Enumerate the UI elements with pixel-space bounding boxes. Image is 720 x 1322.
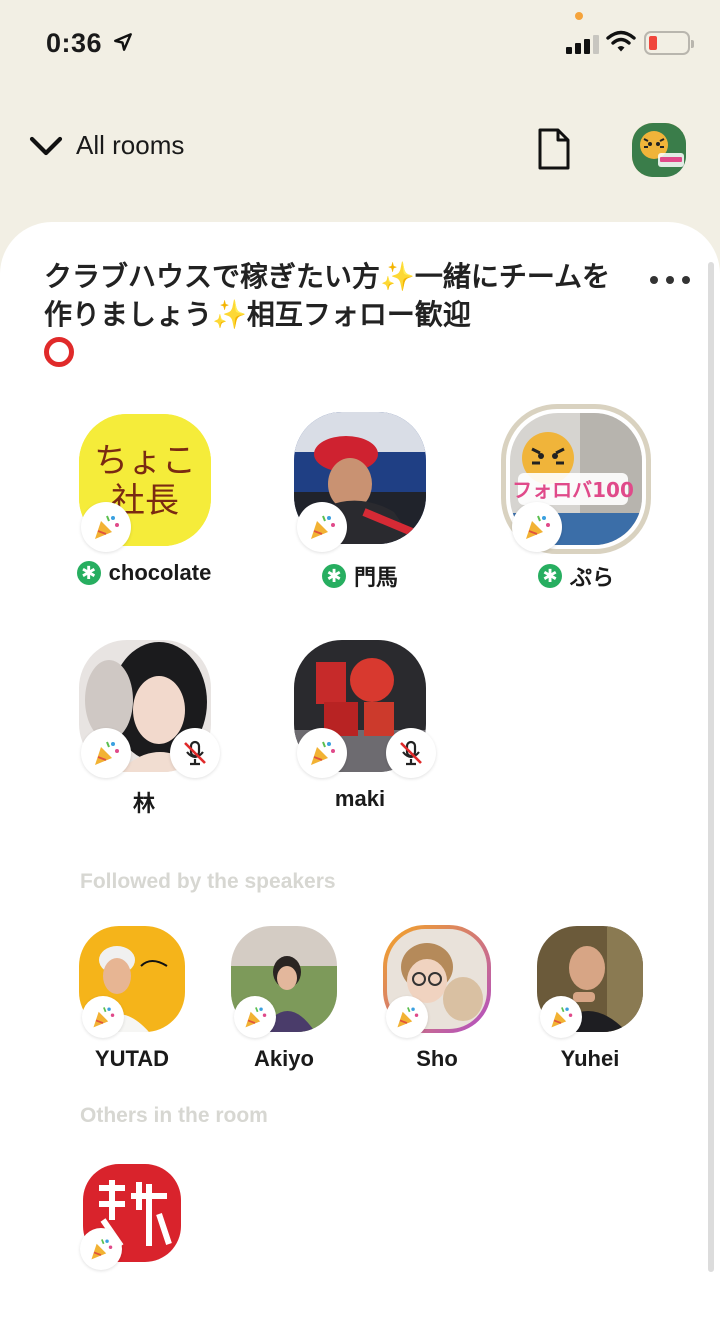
speaker-name: ✱ chocolate — [44, 560, 244, 586]
party-popper-icon — [81, 502, 131, 552]
privacy-indicator-dot — [575, 12, 583, 20]
speaker-name-text: maki — [334, 786, 386, 811]
party-popper-icon — [512, 502, 562, 552]
listener-name: Sho — [416, 1046, 458, 1071]
speaker-name-text: 門馬 — [353, 565, 398, 590]
party-popper-icon — [82, 996, 124, 1038]
wifi-icon — [606, 30, 636, 52]
all-rooms-label: All rooms — [76, 130, 185, 160]
all-rooms-button[interactable]: All rooms — [28, 130, 184, 161]
muted-microphone-icon — [386, 728, 436, 778]
room-title: クラブハウスで稼ぎたい方✨一緒にチームを作りましょう✨相互フォロー歓迎 — [44, 258, 624, 372]
moderator-star-icon: ✱ — [321, 564, 346, 588]
profile-avatar-button[interactable] — [632, 123, 686, 177]
speaker-name: ✱ ぷら — [476, 560, 676, 592]
location-arrow-icon — [114, 33, 132, 51]
followed-section-label: Followed by the speakers — [80, 870, 336, 893]
speaker-name-text: ぷら — [569, 565, 614, 590]
tiger-avatar-image — [632, 123, 686, 177]
listener-name: YUTAD — [94, 1046, 170, 1071]
party-popper-icon — [80, 1228, 122, 1270]
muted-microphone-icon — [170, 728, 220, 778]
speaker-name-text: chocolate — [108, 560, 212, 585]
listener-name: Yuhei — [560, 1046, 620, 1071]
party-popper-icon — [540, 996, 582, 1038]
top-navigation: All rooms — [0, 110, 720, 190]
party-popper-icon — [386, 996, 428, 1038]
red-circle-emoji-icon — [44, 337, 74, 367]
listener-name: Akiyo — [254, 1046, 314, 1071]
speaker-name-text: 林 — [132, 791, 155, 816]
moderator-star-icon: ✱ — [537, 564, 562, 588]
party-popper-icon — [297, 728, 347, 778]
chevron-down-icon — [29, 136, 63, 155]
scroll-indicator[interactable] — [708, 262, 714, 1272]
others-section-label: Others in the room — [80, 1104, 268, 1127]
speaker-name: 林 — [44, 786, 244, 818]
room-title-text: クラブハウスで稼ぎたい方✨一緒にチームを作りましょう✨相互フォロー歓迎 — [44, 261, 611, 330]
moderator-star-icon: ✱ — [76, 561, 101, 585]
avatar-text: フォロバ100 — [512, 478, 634, 502]
speaker-name: ✱ 門馬 — [260, 560, 460, 592]
status-bar: 0:36 — [0, 0, 720, 88]
battery-icon — [644, 31, 694, 55]
document-icon[interactable] — [536, 126, 572, 172]
speaker-name: maki — [260, 786, 460, 812]
party-popper-icon — [297, 502, 347, 552]
more-options-icon[interactable] — [650, 270, 690, 290]
party-popper-icon — [81, 728, 131, 778]
cellular-signal-icon — [566, 34, 600, 54]
party-popper-icon — [234, 996, 276, 1038]
status-time: 0:36 — [46, 28, 103, 58]
